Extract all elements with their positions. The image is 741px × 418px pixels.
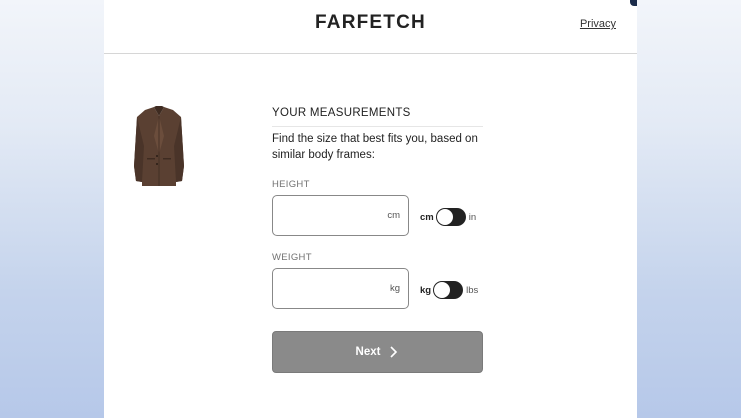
height-input[interactable] [281,206,385,228]
modal-header: FARFETCH Privacy [104,0,637,54]
weight-unit-lbs: lbs [466,284,479,296]
close-icon[interactable] [630,0,637,6]
jacket-product-image [134,106,184,186]
next-button-label: Next [355,346,381,358]
weight-unit-suffix: kg [389,283,400,294]
weight-unit-kg: kg [420,284,432,296]
height-label: HEIGHT [272,179,310,190]
weight-field[interactable]: kg [272,268,409,309]
height-unit-cm: cm [420,211,434,223]
chevron-right-icon [390,346,398,358]
switch-knob [434,282,451,298]
weight-unit-switch[interactable] [433,281,464,299]
height-field[interactable]: cm [272,195,409,236]
switch-knob [436,209,453,225]
height-unit-toggle: cm in [420,208,476,226]
weight-input[interactable] [281,279,385,301]
title-divider [272,126,483,127]
next-button[interactable]: Next [272,331,483,373]
height-unit-switch[interactable] [435,208,466,226]
privacy-link[interactable]: Privacy [580,18,616,30]
weight-unit-toggle: kg lbs [420,281,478,299]
farfetch-logo: FARFETCH [315,12,426,33]
measurements-description: Find the size that best fits you, based … [272,133,478,161]
weight-label: WEIGHT [272,252,312,263]
height-unit-suffix: cm [387,210,400,221]
measurements-title: YOUR MEASUREMENTS [272,107,411,119]
height-unit-in: in [468,211,477,223]
